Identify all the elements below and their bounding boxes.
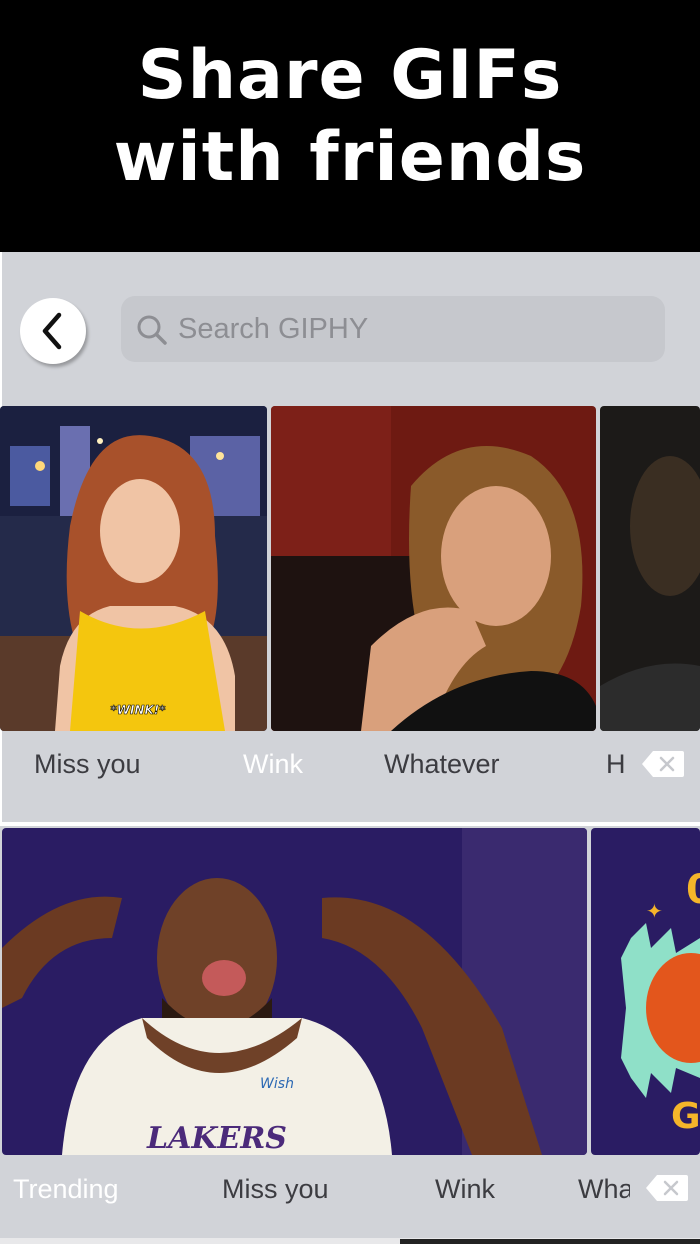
banner-title-line2: with friends (113, 118, 587, 197)
backspace-icon (646, 1175, 688, 1201)
svg-text:0: 0 (686, 867, 700, 913)
tag-partial-2[interactable]: Wha (578, 1173, 630, 1205)
backspace-icon (642, 751, 684, 777)
gif-image: 0 G ✦ (591, 828, 700, 1155)
gif-tile-sticker[interactable]: 0 G ✦ (591, 828, 700, 1155)
back-button[interactable] (20, 298, 86, 364)
gif-tile-trending[interactable]: LAKERS Wish (2, 828, 587, 1155)
banner-title-line1: Share GIFs (137, 36, 563, 115)
search-placeholder: Search GIPHY (178, 313, 369, 345)
tag-partial[interactable]: H (606, 748, 626, 780)
tag-wink-2[interactable]: Wink (435, 1173, 495, 1205)
promo-banner: Share GIFs with friends (0, 0, 700, 252)
gif-image (600, 406, 700, 731)
gif-image (271, 406, 596, 731)
tag-wink[interactable]: Wink (243, 748, 303, 780)
jersey-sponsor: Wish (260, 1076, 294, 1092)
next-gif-preview (400, 1239, 700, 1244)
gif-tile-partial[interactable] (600, 406, 700, 731)
chevron-left-icon (42, 312, 62, 350)
backspace-button-2[interactable] (645, 1174, 689, 1202)
tag-miss-you-2[interactable]: Miss you (222, 1173, 329, 1205)
svg-text:✦: ✦ (646, 899, 663, 923)
gif-image: *WINK!* (0, 406, 267, 731)
tag-whatever[interactable]: Whatever (384, 748, 500, 780)
gif-tile-wink[interactable]: *WINK!* (0, 406, 267, 731)
search-input[interactable]: Search GIPHY (121, 296, 665, 362)
jersey-text: LAKERS (146, 1121, 287, 1155)
backspace-button[interactable] (641, 750, 685, 778)
svg-text:G: G (671, 1096, 700, 1137)
tag-trending[interactable]: Trending (13, 1173, 119, 1205)
gif-image: LAKERS Wish (2, 828, 587, 1155)
gif-tile-whatever[interactable] (271, 406, 596, 731)
magnifier-icon (137, 315, 167, 345)
tag-miss-you[interactable]: Miss you (34, 748, 141, 780)
gif-caption: *WINK!* (110, 703, 166, 717)
